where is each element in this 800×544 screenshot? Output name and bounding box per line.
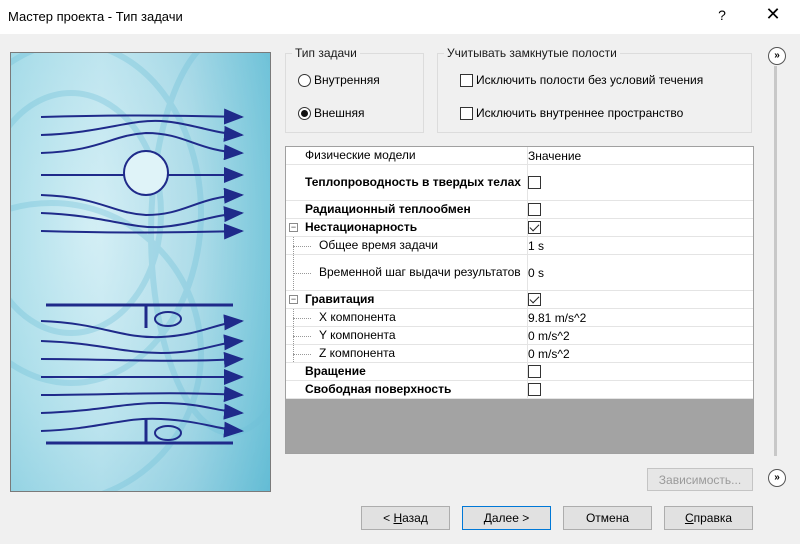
back-button-hotkey: Н [393,511,403,525]
side-divider [774,66,777,456]
close-icon[interactable]: ✕ [763,4,783,25]
tree-connector [293,327,313,344]
row-label: Теплопроводность в твердых телах [305,175,521,189]
grid-row-x-component[interactable]: X компонента 9.81 m/s^2 [286,309,753,327]
help-icon[interactable]: ? [714,7,730,23]
row-value[interactable] [527,363,541,380]
radiation-checkbox[interactable] [528,203,541,216]
grid-row-solid-conduction[interactable]: Теплопроводность в твердых телах [286,165,753,201]
exclude-internal-space-checkbox[interactable]: Исключить внутреннее пространство [460,106,683,120]
grid-row-rotation[interactable]: Вращение [286,363,753,381]
expand-side-icon[interactable]: » [768,47,786,65]
radio-external[interactable]: Внешняя [298,106,365,120]
grid-row-transient[interactable]: − Нестационарность [286,219,753,237]
row-label: Гравитация [305,292,375,306]
grid-row-y-component[interactable]: Y компонента 0 m/s^2 [286,327,753,345]
window-title: Мастер проекта - Тип задачи [8,9,183,24]
row-value[interactable]: 0 m/s^2 [527,345,570,362]
cancel-button[interactable]: Отмена [563,506,652,530]
header-value-text: Значение [528,148,582,163]
collapse-icon[interactable]: − [289,295,298,304]
dependency-button[interactable]: Зависимость... [647,468,753,491]
z-component-value[interactable]: 0 m/s^2 [528,347,570,361]
tree-connector [293,345,313,362]
row-label: X компонента [319,310,396,324]
closed-cavities-legend: Учитывать замкнутые полости [444,46,620,60]
collapse-icon[interactable]: − [289,223,298,232]
title-bar: Мастер проекта - Тип задачи ? ✕ [0,0,800,34]
row-label: Нестационарность [305,220,418,234]
expand-side-icon[interactable]: » [768,469,786,487]
row-label: Временной шаг выдачи результатов [319,265,521,279]
total-time-value[interactable]: 1 s [528,239,544,253]
exclude-cavities-checkbox[interactable]: Исключить полости без условий течения [460,73,703,87]
dependency-button-label: Зависимость... [658,472,742,487]
grid-header: Физические модели Значение [286,147,753,165]
row-value[interactable] [527,291,541,308]
help-button-hotkey: С [684,511,694,525]
output-step-value[interactable]: 0 s [528,266,544,280]
radio-internal-label[interactable]: Внутренняя [314,73,380,87]
row-label: Z компонента [319,346,396,360]
exclude-cavities-label[interactable]: Исключить полости без условий течения [476,73,703,87]
x-component-value[interactable]: 9.81 m/s^2 [528,311,586,325]
grid-row-output-step[interactable]: Временной шаг выдачи результатов 0 s [286,255,753,291]
solid-conduction-checkbox[interactable] [528,176,541,189]
exclude-internal-space-label[interactable]: Исключить внутреннее пространство [476,106,683,120]
back-button-prefix: < [383,511,394,525]
radio-internal-indicator[interactable] [298,73,311,87]
radio-external-label[interactable]: Внешняя [314,106,365,120]
closed-cavities-group: Учитывать замкнутые полости Исключить по… [437,46,752,133]
row-label: Радиационный теплообмен [305,202,471,216]
cancel-button-label: Отмена [585,511,630,525]
task-type-legend: Тип задачи [292,46,360,60]
grid-row-free-surface[interactable]: Свободная поверхность [286,381,753,399]
radio-internal[interactable]: Внутренняя [298,73,380,87]
header-name: Физические модели [305,148,416,162]
task-type-group: Тип задачи Внутренняя Внешняя [285,46,424,133]
back-button-label: азад [402,511,428,525]
y-component-value[interactable]: 0 m/s^2 [528,329,570,343]
exclude-internal-space-box[interactable] [460,106,473,120]
rotation-checkbox[interactable] [528,365,541,378]
physical-models-grid: Физические модели Значение Теплопроводно… [285,146,754,454]
header-value: Значение [527,147,581,164]
row-label: Общее время задачи [319,238,438,252]
row-value[interactable]: 0 s [527,255,544,290]
gravity-checkbox[interactable] [528,293,541,306]
transient-checkbox[interactable] [528,221,541,234]
row-label: Y компонента [319,328,396,342]
back-button[interactable]: < Назад [361,506,450,530]
grid-row-total-time[interactable]: Общее время задачи 1 s [286,237,753,255]
row-value[interactable] [527,381,541,398]
next-button-label: Далее > [483,511,530,525]
grid-rows: Физические модели Значение Теплопроводно… [286,147,753,399]
exclude-cavities-box[interactable] [460,73,473,87]
row-value[interactable] [527,201,541,218]
tree-connector [293,309,313,326]
tree-connector [293,237,313,254]
row-value[interactable] [527,219,541,236]
help-button[interactable]: Справка [664,506,753,530]
row-value[interactable]: 1 s [527,237,544,254]
grid-row-radiation[interactable]: Радиационный теплообмен [286,201,753,219]
grid-row-gravity[interactable]: − Гравитация [286,291,753,309]
next-button[interactable]: Далее > [462,506,551,530]
free-surface-checkbox[interactable] [528,383,541,396]
help-button-label: правка [693,511,733,525]
tree-connector [293,255,313,290]
row-value[interactable]: 9.81 m/s^2 [527,309,586,326]
flow-illustration [10,52,271,492]
grid-row-z-component[interactable]: Z компонента 0 m/s^2 [286,345,753,363]
row-label: Вращение [305,364,366,378]
radio-external-indicator[interactable] [298,106,311,120]
row-value[interactable]: 0 m/s^2 [527,327,570,344]
row-label: Свободная поверхность [305,382,452,396]
row-value[interactable] [527,165,541,200]
